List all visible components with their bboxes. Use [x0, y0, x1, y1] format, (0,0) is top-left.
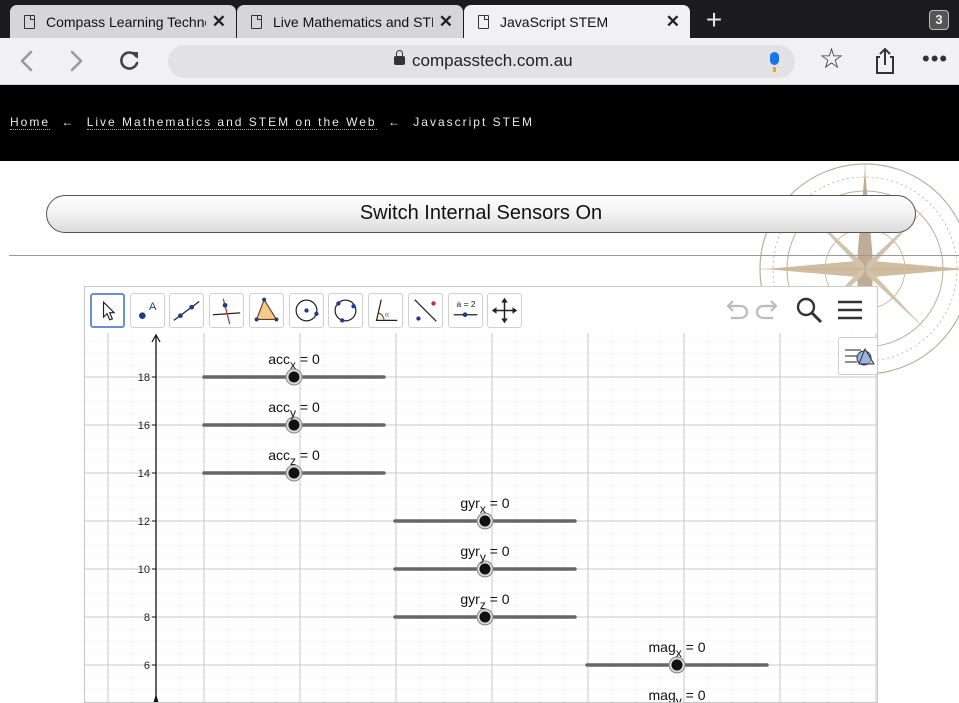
- browser-toolbar: compasstech.com.au ☆ •••: [0, 38, 959, 85]
- share-icon[interactable]: [872, 47, 898, 75]
- circle-three-points-icon: [334, 299, 357, 323]
- browser-tab-compass-learning[interactable]: Compass Learning Technol ✕: [10, 5, 236, 38]
- document-icon: [478, 14, 489, 29]
- document-icon: [24, 14, 35, 29]
- tab-label: Live Mathematics and STE: [273, 13, 433, 30]
- slider-knob[interactable]: [671, 659, 683, 671]
- perpendicular-line-icon: [212, 298, 241, 325]
- slider-label: magx = 0: [649, 639, 706, 660]
- line-icon: [173, 301, 200, 321]
- y-tick-label: 10: [138, 564, 150, 576]
- y-tick-label: 8: [144, 612, 150, 624]
- reload-icon[interactable]: [116, 47, 142, 75]
- browser-tab-live-mathematics[interactable]: Live Mathematics and STE ✕: [237, 5, 463, 38]
- slider-label: magy = 0: [649, 687, 706, 703]
- breadcrumb-separator: ←: [61, 115, 76, 129]
- bookmark-star-icon[interactable]: ☆: [819, 44, 844, 74]
- move-tool-button[interactable]: [90, 293, 125, 328]
- breadcrumb-home-link[interactable]: Home: [10, 115, 51, 130]
- search-icon[interactable]: [794, 295, 824, 325]
- tab-count-button[interactable]: 3: [929, 10, 949, 30]
- microphone-icon[interactable]: [770, 52, 779, 72]
- breadcrumb-separator: ←: [387, 115, 402, 129]
- slider-knob[interactable]: [288, 467, 300, 479]
- tab-label: Compass Learning Technol: [46, 13, 206, 30]
- y-tick-label: 12: [138, 516, 150, 528]
- switch-sensors-on-button[interactable]: Switch Internal Sensors On: [46, 195, 916, 233]
- lock-icon: [394, 50, 405, 65]
- point-icon: A: [139, 301, 157, 319]
- slider-tool-button[interactable]: a = 2: [448, 293, 483, 328]
- geogebra-toolbar: A α a = 2: [85, 287, 877, 333]
- circle-center-icon: [295, 299, 319, 322]
- close-tab-icon[interactable]: ✕: [439, 12, 453, 32]
- slider-label: accy = 0: [268, 399, 320, 420]
- line-tool-button[interactable]: [169, 293, 204, 328]
- close-tab-icon[interactable]: ✕: [666, 12, 680, 32]
- breadcrumb: Home ← Live Mathematics and STEM on the …: [10, 115, 534, 130]
- more-options-icon[interactable]: •••: [922, 46, 948, 72]
- svg-text:a = 2: a = 2: [457, 299, 476, 309]
- undo-icon[interactable]: [721, 295, 751, 325]
- slider-label: gyry = 0: [460, 543, 509, 564]
- polygon-icon: [254, 297, 279, 322]
- slider-icon: a = 2: [453, 299, 478, 318]
- reflect-tool-button[interactable]: [408, 293, 443, 328]
- perpendicular-line-tool-button[interactable]: [209, 293, 244, 328]
- slider-label: gyrz = 0: [460, 591, 509, 612]
- algebra-view-toggle-button[interactable]: [838, 337, 877, 375]
- algebra-view-icon: [845, 347, 875, 366]
- slider-knob[interactable]: [479, 515, 491, 527]
- circle-three-points-tool-button[interactable]: [328, 293, 363, 328]
- address-bar[interactable]: compasstech.com.au: [168, 45, 795, 78]
- svg-text:A: A: [149, 301, 157, 313]
- slider-label: accz = 0: [268, 447, 320, 468]
- y-tick-label: 18: [138, 372, 150, 384]
- browser-tab-javascript-stem[interactable]: JavaScript STEM ✕: [464, 5, 690, 38]
- close-tab-icon[interactable]: ✕: [212, 12, 226, 32]
- slider-label: gyrx = 0: [460, 495, 509, 516]
- angle-tool-button[interactable]: α: [368, 293, 403, 328]
- svg-text:α: α: [385, 312, 389, 319]
- polygon-tool-button[interactable]: [249, 293, 284, 328]
- move-graphics-view-tool-button[interactable]: [487, 293, 522, 328]
- geogebra-applet[interactable]: A α a = 2 18 16 14 12 10 8 6 accx = 0 ac…: [84, 286, 878, 703]
- point-tool-button[interactable]: A: [130, 293, 165, 328]
- tab-label: JavaScript STEM: [500, 13, 609, 30]
- web-page: Home ← Live Mathematics and STEM on the …: [0, 85, 959, 703]
- breadcrumb-bar: Home ← Live Mathematics and STEM on the …: [0, 85, 959, 161]
- back-arrow-icon[interactable]: [14, 47, 40, 75]
- y-axis-bottom-arrow: [153, 694, 159, 702]
- y-tick-label: 6: [144, 660, 150, 672]
- slider-knob[interactable]: [479, 563, 491, 575]
- horizontal-divider: [9, 255, 959, 256]
- url-text: compasstech.com.au: [412, 51, 573, 70]
- redo-icon[interactable]: [753, 295, 783, 325]
- reflect-icon: [414, 299, 437, 322]
- circle-center-point-tool-button[interactable]: [289, 293, 324, 328]
- slider-label: accx = 0: [268, 351, 320, 372]
- slider-knob[interactable]: [288, 371, 300, 383]
- y-tick-label: 14: [138, 468, 150, 480]
- breadcrumb-current: Javascript STEM: [413, 115, 534, 129]
- angle-icon: α: [375, 299, 398, 322]
- slider-knob[interactable]: [288, 419, 300, 431]
- forward-arrow-icon[interactable]: [63, 47, 89, 75]
- breadcrumb-live-mathematics-link[interactable]: Live Mathematics and STEM on the Web: [86, 115, 377, 130]
- browser-tab-bar: Compass Learning Technol ✕ Live Mathemat…: [0, 0, 959, 38]
- document-icon: [251, 14, 262, 29]
- graphics-view[interactable]: 18 16 14 12 10 8 6 accx = 0 accy = 0 accz = 0 gyrx…: [85, 333, 877, 703]
- y-tick-label: 16: [138, 420, 150, 432]
- cursor-arrow-icon: [102, 300, 116, 321]
- slider-knob[interactable]: [479, 611, 491, 623]
- new-tab-plus-icon[interactable]: +: [700, 6, 728, 34]
- move-arrows-icon: [491, 297, 518, 324]
- hamburger-menu-icon[interactable]: [835, 295, 865, 325]
